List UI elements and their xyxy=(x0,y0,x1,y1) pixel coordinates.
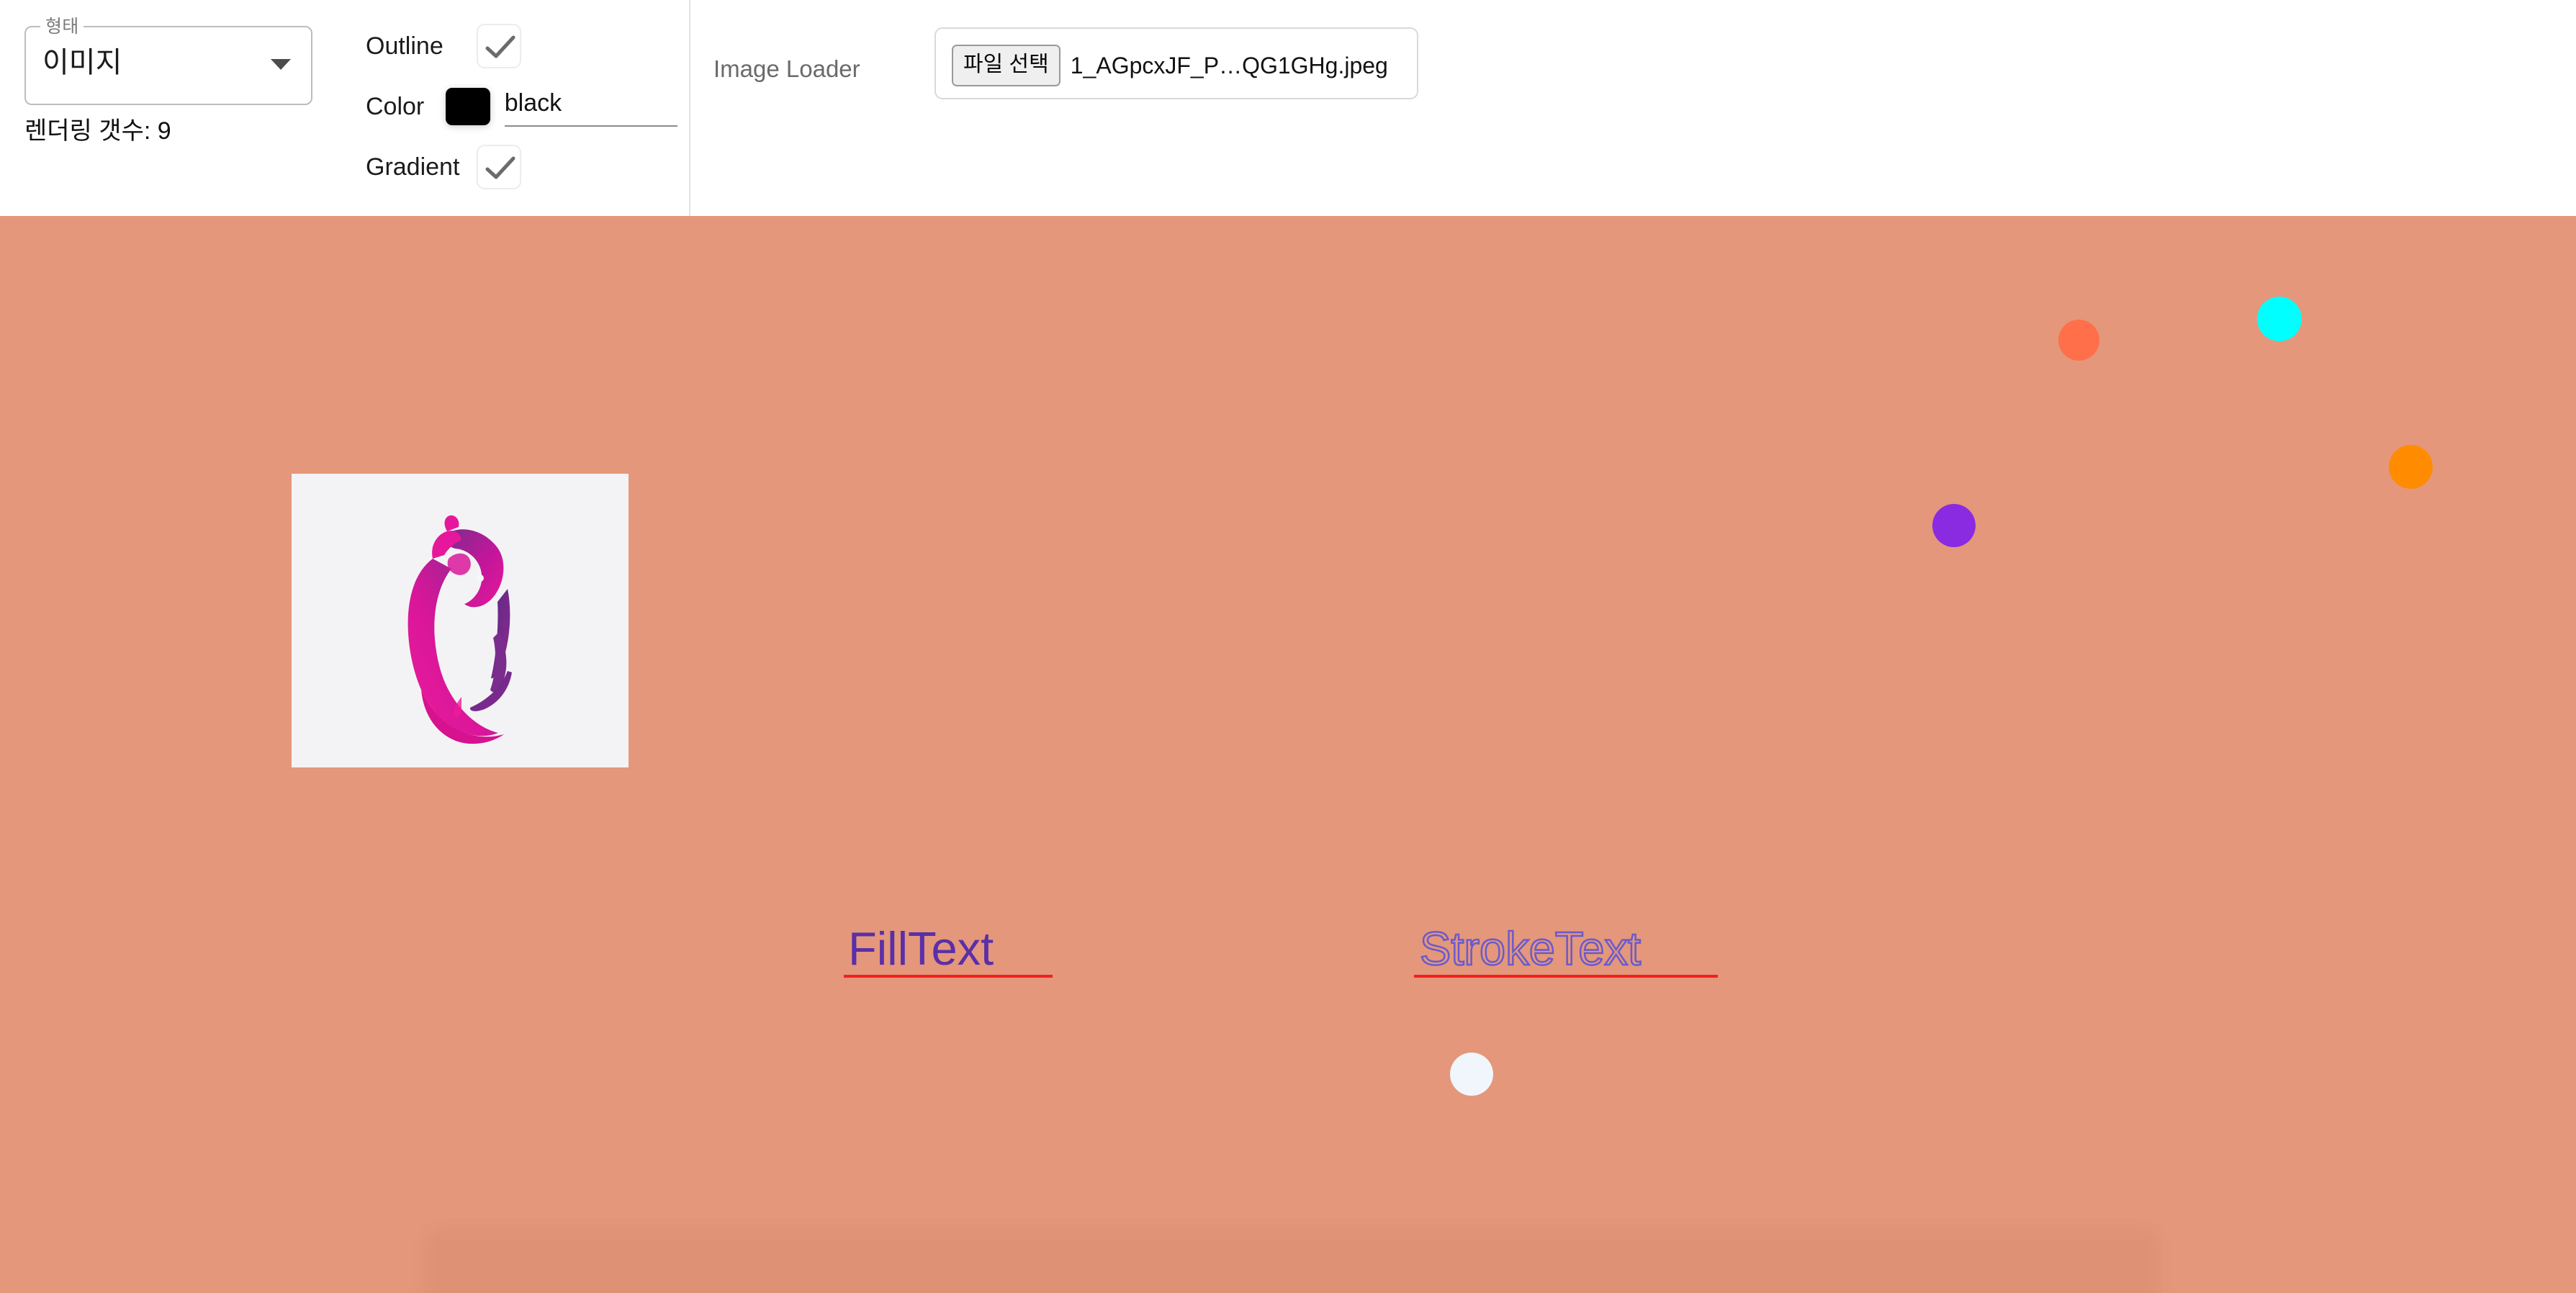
shape-select-value: 이미지 xyxy=(42,47,122,78)
gradient-label: Gradient xyxy=(366,153,460,181)
canvas-demo-app: 형태 이미지 렌더링 갯수: 9 Outline Color black Gra… xyxy=(0,0,2576,1293)
check-icon xyxy=(485,35,515,58)
outline-row: Outline xyxy=(366,16,675,76)
toolbar-divider xyxy=(689,0,690,216)
color-swatch[interactable] xyxy=(445,88,490,125)
gradient-checkbox[interactable] xyxy=(477,145,521,189)
outline-checkbox[interactable] xyxy=(477,24,521,68)
fill-text-underline xyxy=(844,975,1053,978)
color-input-underline xyxy=(504,125,677,127)
choose-file-button[interactable]: 파일 선택 xyxy=(952,45,1060,86)
canvas-bottom-glow xyxy=(425,1228,2160,1293)
image-loader-field[interactable]: 파일 선택 1_AGpcxJF_P…QG1GHg.jpeg xyxy=(935,27,1418,99)
aliceblue-circle xyxy=(1450,1053,1493,1096)
check-icon xyxy=(485,156,515,179)
orange-circle xyxy=(2389,445,2433,489)
cyan-circle xyxy=(2257,297,2302,341)
outline-label: Outline xyxy=(366,32,443,60)
rxjs-logo-image xyxy=(407,515,512,744)
gradient-row: Gradient xyxy=(366,137,675,197)
chevron-down-icon[interactable] xyxy=(271,59,291,70)
color-label: Color xyxy=(366,93,425,120)
toolbar: 형태 이미지 렌더링 갯수: 9 Outline Color black Gra… xyxy=(0,0,2576,216)
fill-text: FillText xyxy=(848,922,994,975)
control-rows: Outline Color black Gradient xyxy=(366,16,677,197)
selected-file-name: 1_AGpcxJF_P…QG1GHg.jpeg xyxy=(1070,53,1388,78)
image-panel xyxy=(292,474,629,767)
stroke-text-underline xyxy=(1414,975,1718,978)
file-input-inner: 파일 선택 1_AGpcxJF_P…QG1GHg.jpeg xyxy=(952,45,1388,86)
color-input[interactable]: black xyxy=(504,86,677,127)
color-input-value: black xyxy=(504,89,562,117)
color-row: Color black xyxy=(366,76,677,137)
shape-select[interactable]: 형태 이미지 xyxy=(24,17,312,105)
image-loader-label: Image Loader xyxy=(713,55,860,82)
shape-select-legend: 형태 xyxy=(40,17,84,36)
render-count-label: 렌더링 갯수: 9 xyxy=(24,117,171,145)
stroke-text: StrokeText xyxy=(1419,922,1642,975)
render-canvas[interactable]: FillText StrokeText xyxy=(0,216,2576,1293)
blueviolet-circle xyxy=(1932,504,1976,547)
tomato-circle xyxy=(2058,320,2099,361)
